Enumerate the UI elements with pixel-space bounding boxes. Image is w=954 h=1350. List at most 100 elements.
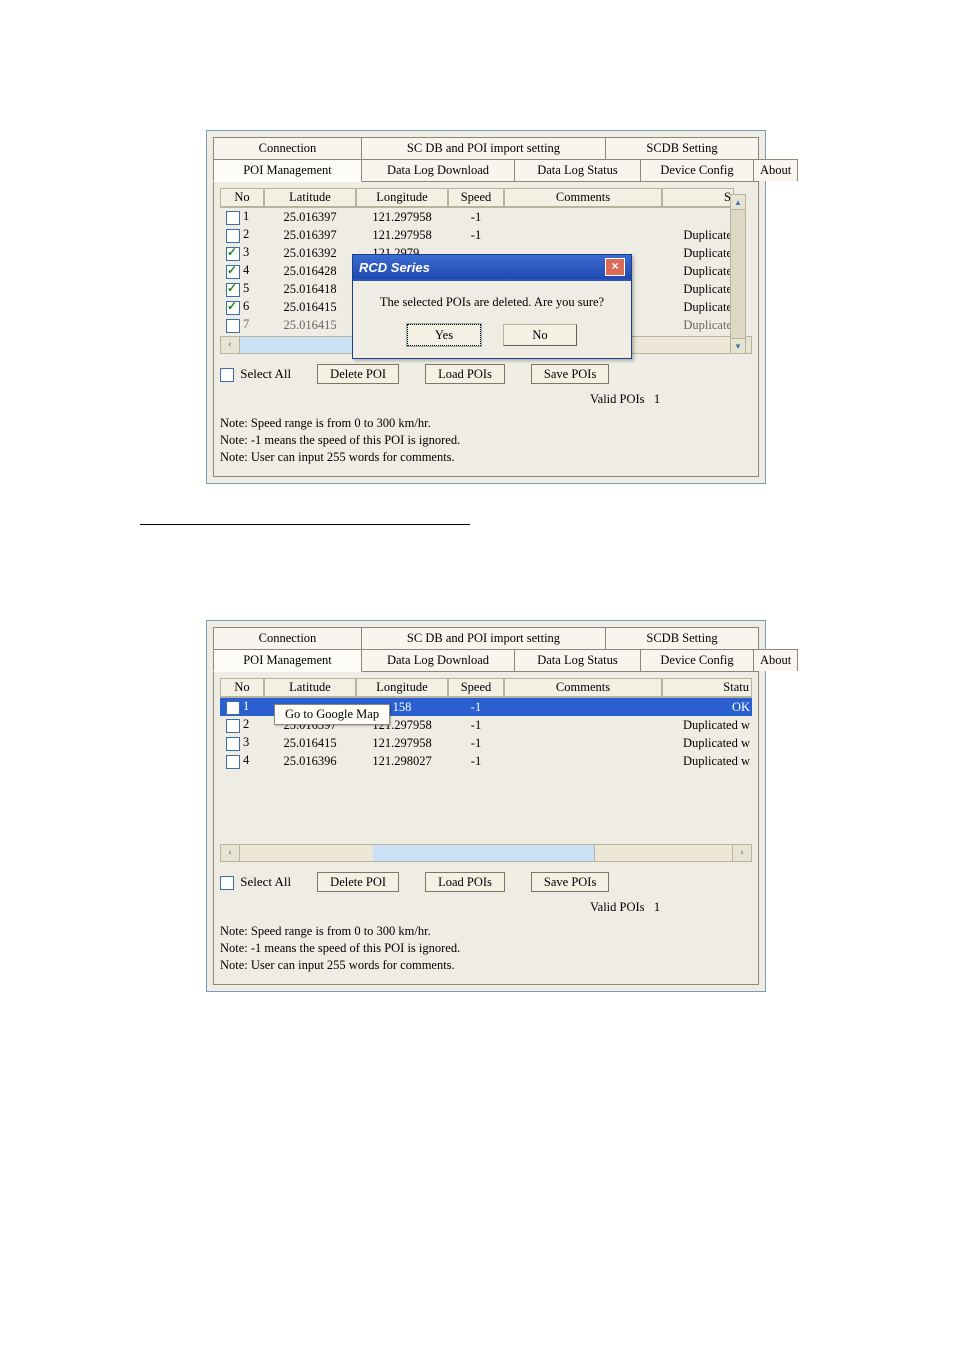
cell-latitude[interactable]: 25.016397	[264, 210, 356, 225]
poi-management-window-2: Connection SC DB and POI import setting …	[206, 620, 766, 992]
scroll-thumb[interactable]	[373, 845, 595, 861]
cell-latitude[interactable]: 25.016392	[264, 246, 356, 261]
row-checkbox[interactable]	[226, 755, 240, 769]
tab-data-log-download[interactable]: Data Log Download	[361, 159, 515, 181]
row-checkbox[interactable]	[226, 319, 240, 333]
context-menu-item-google-map[interactable]: Go to Google Map	[285, 707, 379, 721]
cell-latitude[interactable]: 25.016418	[264, 282, 356, 297]
cell-latitude[interactable]: 25.016415	[264, 318, 356, 333]
scroll-right-icon[interactable]: ›	[732, 845, 751, 861]
note-1: Note: Speed range is from 0 to 300 km/hr…	[220, 415, 752, 432]
col-comments[interactable]: Comments	[504, 188, 662, 207]
row-checkbox[interactable]	[226, 229, 240, 243]
cell-latitude[interactable]: 25.016428	[264, 264, 356, 279]
no-button[interactable]: No	[503, 324, 577, 346]
tab-connection[interactable]: Connection	[213, 137, 362, 159]
tab-data-log-status[interactable]: Data Log Status	[514, 159, 641, 181]
cell-status: Duplicate	[662, 246, 734, 261]
tab-poi-management[interactable]: POI Management	[213, 649, 362, 672]
col-longitude[interactable]: Longitude	[356, 678, 448, 697]
tab-scdb-setting[interactable]: SCDB Setting	[605, 137, 759, 159]
tab-scdb-poi-import[interactable]: SC DB and POI import setting	[361, 627, 606, 649]
col-no[interactable]: No	[220, 678, 264, 697]
tab-device-config[interactable]: Device Config	[640, 159, 754, 181]
cell-longitude[interactable]: 121.298027	[356, 754, 448, 769]
save-pois-button[interactable]: Save POIs	[531, 872, 609, 892]
cell-latitude[interactable]: 25.016415	[264, 736, 356, 751]
col-latitude[interactable]: Latitude	[264, 678, 356, 697]
scroll-track[interactable]	[240, 845, 732, 861]
tab-scdb-poi-import[interactable]: SC DB and POI import setting	[361, 137, 606, 159]
row-checkbox[interactable]	[226, 211, 240, 225]
load-pois-button[interactable]: Load POIs	[425, 364, 505, 384]
tab-body: No Latitude Longitude Speed Comments S 1…	[213, 181, 759, 477]
confirm-delete-dialog: RCD Series × The selected POIs are delet…	[352, 254, 632, 359]
table-row[interactable]: 425.016396121.298027-1Duplicated w	[220, 752, 752, 770]
col-speed[interactable]: Speed	[448, 678, 504, 697]
tab-data-log-status[interactable]: Data Log Status	[514, 649, 641, 671]
col-status[interactable]: S	[662, 188, 734, 207]
table-row[interactable]: 225.016397121.297958-1Duplicate	[220, 226, 734, 244]
col-status[interactable]: Statu	[662, 678, 752, 697]
load-pois-button[interactable]: Load POIs	[425, 872, 505, 892]
col-no[interactable]: No	[220, 188, 264, 207]
horizontal-scrollbar[interactable]: ‹ ›	[220, 844, 752, 862]
table-row[interactable]: 325.016415121.297958-1Duplicated w	[220, 734, 752, 752]
select-all-checkbox[interactable]: Select All	[220, 366, 291, 382]
tab-body: No Latitude Longitude Speed Comments Sta…	[213, 671, 759, 985]
scroll-left-icon[interactable]: ‹	[221, 845, 240, 861]
note-2: Note: -1 means the speed of this POI is …	[220, 432, 752, 449]
row-checkbox[interactable]	[226, 301, 240, 315]
delete-poi-button[interactable]: Delete POI	[317, 872, 399, 892]
delete-poi-button[interactable]: Delete POI	[317, 364, 399, 384]
col-speed[interactable]: Speed	[448, 188, 504, 207]
scroll-left-icon[interactable]: ‹	[221, 337, 240, 353]
cell-speed[interactable]: -1	[448, 754, 504, 769]
yes-button[interactable]: Yes	[407, 324, 481, 346]
tab-scdb-setting[interactable]: SCDB Setting	[605, 627, 759, 649]
save-pois-button[interactable]: Save POIs	[531, 364, 609, 384]
col-latitude[interactable]: Latitude	[264, 188, 356, 207]
tab-about[interactable]: About	[753, 649, 798, 671]
tab-about[interactable]: About	[753, 159, 798, 181]
context-menu[interactable]: Go to Google Map	[274, 704, 390, 725]
tab-connection[interactable]: Connection	[213, 627, 362, 649]
cell-speed[interactable]: -1	[448, 210, 504, 225]
tabs-row-bottom: POI Management Data Log Download Data Lo…	[213, 649, 759, 672]
col-longitude[interactable]: Longitude	[356, 188, 448, 207]
tab-poi-management[interactable]: POI Management	[213, 159, 362, 182]
cell-speed[interactable]: -1	[448, 700, 504, 715]
cell-longitude[interactable]: 121.297958	[356, 736, 448, 751]
row-checkbox[interactable]	[226, 247, 240, 261]
close-icon[interactable]: ×	[605, 258, 625, 276]
tab-device-config[interactable]: Device Config	[640, 649, 754, 671]
cell-speed[interactable]: -1	[448, 718, 504, 733]
document-separator	[140, 524, 470, 525]
tab-data-log-download[interactable]: Data Log Download	[361, 649, 515, 671]
checkbox-icon[interactable]	[220, 368, 234, 382]
row-checkbox[interactable]	[226, 701, 240, 715]
col-comments[interactable]: Comments	[504, 678, 662, 697]
select-all-checkbox[interactable]: Select All	[220, 874, 291, 890]
table-row[interactable]: 125.016397121.297958-1	[220, 208, 734, 226]
row-checkbox[interactable]	[226, 737, 240, 751]
scroll-down-icon[interactable]: ▾	[731, 338, 745, 353]
cell-latitude[interactable]: 25.016396	[264, 754, 356, 769]
row-checkbox[interactable]	[226, 719, 240, 733]
cell-status: Duplicate	[662, 300, 734, 315]
cell-longitude[interactable]: 121.297958	[356, 228, 448, 243]
checkbox-icon[interactable]	[220, 876, 234, 890]
cell-speed[interactable]: -1	[448, 736, 504, 751]
dialog-titlebar[interactable]: RCD Series ×	[353, 255, 631, 281]
cell-longitude[interactable]: 121.297958	[356, 210, 448, 225]
cell-latitude[interactable]: 25.016415	[264, 300, 356, 315]
scroll-up-icon[interactable]: ▴	[731, 195, 745, 210]
row-checkbox[interactable]	[226, 265, 240, 279]
cell-status: Duplicate	[662, 264, 734, 279]
vertical-scrollbar[interactable]: ▴ ▾	[730, 194, 746, 354]
cell-latitude[interactable]: 25.016397	[264, 228, 356, 243]
select-all-label: Select All	[240, 874, 291, 889]
cell-speed[interactable]: -1	[448, 228, 504, 243]
cell-status: Duplicated w	[662, 736, 752, 751]
row-checkbox[interactable]	[226, 283, 240, 297]
